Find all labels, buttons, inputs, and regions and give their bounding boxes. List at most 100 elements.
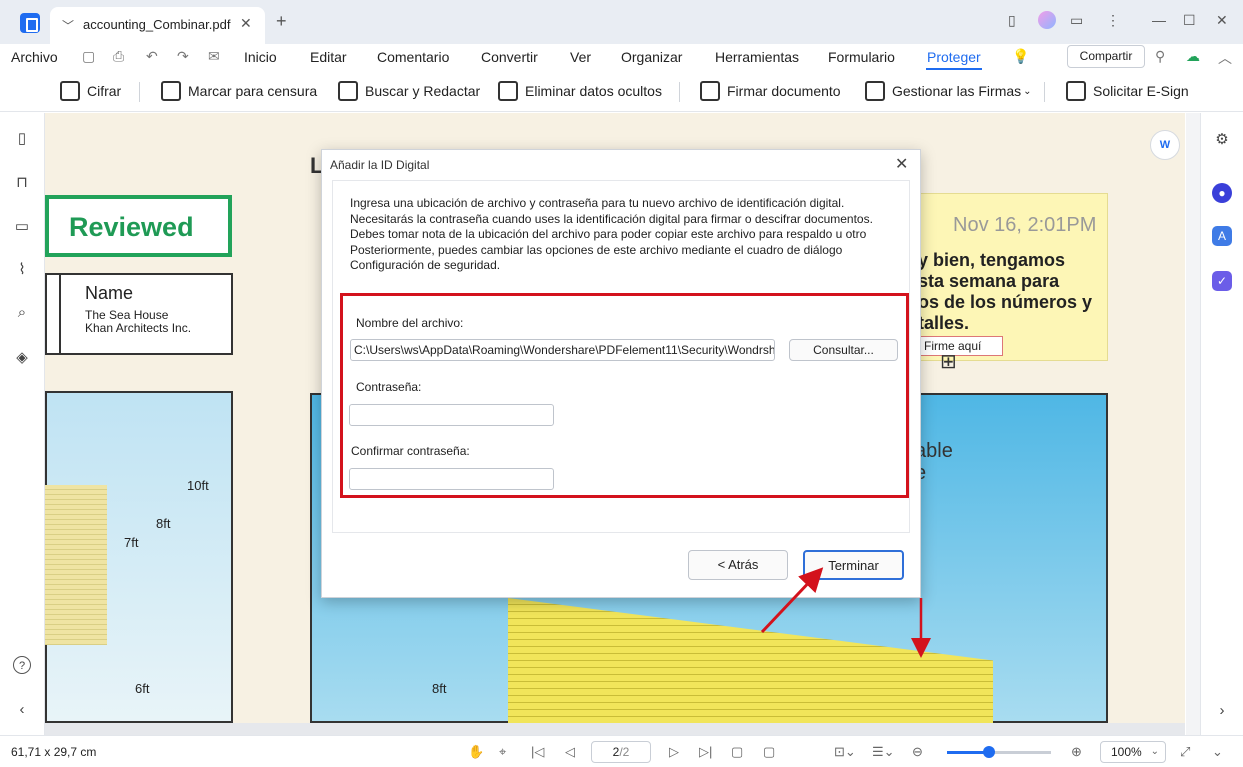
confirm-password-input[interactable]: [349, 468, 554, 490]
dialog-description: Ingresa una ubicación de archivo y contr…: [350, 196, 873, 272]
menu-archivo[interactable]: Archivo: [11, 49, 58, 65]
lightbulb-icon[interactable]: 💡: [1012, 48, 1029, 65]
dialog-body: Ingresa una ubicación de archivo y contr…: [332, 180, 910, 533]
chevron-up-icon[interactable]: ︿: [1218, 48, 1232, 68]
share-button[interactable]: Compartir: [1067, 45, 1145, 68]
menu-editar[interactable]: Editar: [310, 49, 347, 65]
document-tab[interactable]: ﹀ accounting_Combinar.pdf ✕: [50, 7, 265, 44]
page-dimensions: 61,71 x 29,7 cm: [11, 745, 97, 759]
password-label: Contraseña:: [356, 380, 422, 394]
zoom-in-icon[interactable]: ⊕: [1071, 744, 1082, 760]
close-tab-icon[interactable]: ✕: [240, 15, 252, 32]
zoom-out-icon[interactable]: ⊖: [912, 744, 923, 760]
filename-input[interactable]: C:\Users\ws\AppData\Roaming\Wondershare\…: [350, 339, 775, 361]
settings-sliders-icon[interactable]: ⚙: [1212, 130, 1232, 150]
remove-hidden-data-button[interactable]: Eliminar datos ocultos: [498, 79, 662, 103]
comment-icon[interactable]: ▭: [13, 218, 31, 236]
vertical-scrollbar[interactable]: [1186, 113, 1200, 735]
dim-label: 10ft: [187, 478, 209, 493]
zoom-select[interactable]: 100% ⌄: [1100, 741, 1166, 763]
page-layout-icon[interactable]: ⊡⌄: [834, 744, 856, 760]
note-line: talles.: [918, 313, 970, 333]
scroll-down-icon[interactable]: ⌄: [1212, 744, 1223, 760]
print-icon[interactable]: ⎙: [113, 48, 124, 65]
sign-document-button[interactable]: Firmar documento: [700, 79, 841, 103]
hand-tool-icon[interactable]: ✋: [468, 744, 484, 760]
convert-word-icon[interactable]: W: [1150, 130, 1180, 160]
new-tab-icon[interactable]: +: [276, 11, 287, 32]
fullscreen-icon[interactable]: ⤢: [1180, 744, 1190, 760]
last-page-icon[interactable]: ▷|: [699, 744, 712, 760]
translate-icon[interactable]: A: [1212, 226, 1232, 246]
collapse-right-icon[interactable]: ›: [1212, 701, 1232, 721]
manage-signatures-button[interactable]: Gestionar las Firmas ⌄: [865, 79, 1032, 103]
search-redact-button[interactable]: Buscar y Redactar: [338, 79, 480, 103]
back-button[interactable]: < Atrás: [688, 550, 788, 580]
browse-button[interactable]: Consultar...: [789, 339, 898, 361]
menu-comentario[interactable]: Comentario: [377, 49, 449, 65]
collapse-left-icon[interactable]: ‹: [13, 701, 31, 719]
app-logo-icon[interactable]: [20, 13, 40, 33]
close-icon[interactable]: ✕: [895, 154, 908, 174]
tablet-icon[interactable]: ▯: [1008, 12, 1016, 29]
confirm-password-label: Confirmar contraseña:: [351, 444, 470, 458]
request-esign-button[interactable]: Solicitar E-Sign: [1066, 79, 1189, 103]
attachment-icon[interactable]: ⌇: [13, 261, 31, 279]
ai-assistant-icon[interactable]: ●: [1212, 183, 1232, 203]
avatar[interactable]: [1038, 11, 1056, 29]
note-date: Nov 16, 2:01PM: [953, 214, 1097, 236]
fit-width-icon[interactable]: ▢: [763, 744, 775, 760]
sign-document-label: Firmar documento: [727, 83, 841, 99]
chat-icon[interactable]: ▭: [1070, 12, 1083, 29]
save-icon[interactable]: ▢: [82, 48, 95, 65]
zoom-slider-handle[interactable]: [982, 746, 995, 758]
redo-icon[interactable]: ↷: [177, 48, 189, 65]
menu-organizar[interactable]: Organizar: [621, 49, 682, 65]
mark-redaction-button[interactable]: Marcar para censura: [161, 79, 317, 103]
prev-page-icon[interactable]: ◁: [565, 744, 575, 760]
email-icon[interactable]: ✉: [208, 48, 220, 65]
add-field-icon[interactable]: ⊞: [940, 349, 957, 374]
minimize-icon[interactable]: —: [1152, 12, 1166, 28]
connect-icon[interactable]: ⚲: [1155, 48, 1165, 65]
dialog-title: Añadir la ID Digital: [330, 158, 430, 172]
menu-inicio[interactable]: Inicio: [244, 49, 277, 65]
finish-button[interactable]: Terminar: [803, 550, 904, 580]
chevron-down-icon: ⌄: [1150, 746, 1159, 757]
encrypt-button[interactable]: Cifrar: [60, 79, 121, 103]
help-icon[interactable]: ?: [13, 656, 31, 674]
toolbar-divider: [139, 82, 140, 102]
more-icon[interactable]: ⋮: [1106, 12, 1120, 29]
cloud-sync-icon[interactable]: ☁: [1186, 48, 1200, 65]
fit-page-icon[interactable]: ▢: [731, 744, 743, 760]
page-total: /2: [619, 745, 630, 759]
stamp-text: Reviewed: [69, 212, 194, 242]
dim-label: 7ft: [124, 535, 139, 550]
bookmark-icon[interactable]: ⊓: [13, 174, 31, 192]
view-mode-icon[interactable]: ☰⌄: [872, 744, 895, 760]
menu-convertir[interactable]: Convertir: [481, 49, 538, 65]
reviewed-stamp[interactable]: Reviewed: [45, 195, 232, 257]
first-page-icon[interactable]: |◁: [531, 744, 544, 760]
left-sidebar: ▯ ⊓ ▭ ⌇ ⌕ ◈ ? ‹: [0, 113, 45, 735]
menu-herramientas[interactable]: Herramientas: [715, 49, 799, 65]
toolbar-divider: [679, 82, 680, 102]
add-digital-id-dialog: Añadir la ID Digital ✕ Ingresa una ubica…: [321, 149, 921, 598]
chevron-down-icon[interactable]: ﹀: [62, 17, 74, 34]
menu-formulario[interactable]: Formulario: [828, 49, 895, 65]
password-input[interactable]: [349, 404, 554, 426]
sign-here-tag[interactable]: Firme aquí: [915, 336, 1003, 356]
undo-icon[interactable]: ↶: [146, 48, 158, 65]
layers-icon[interactable]: ◈: [13, 349, 31, 367]
next-page-icon[interactable]: ▷: [669, 744, 679, 760]
checklist-icon[interactable]: ✓: [1212, 271, 1232, 291]
select-tool-icon[interactable]: ⌖: [499, 744, 506, 760]
page-thumbnail-icon[interactable]: ▯: [13, 130, 31, 148]
search-icon[interactable]: ⌕: [13, 304, 31, 322]
menu-ver[interactable]: Ver: [570, 49, 591, 65]
page-number-input[interactable]: 2/2: [591, 741, 651, 763]
close-window-icon[interactable]: ✕: [1216, 12, 1228, 29]
menu-bar: Archivo ▢ ⎙ ↶ ↷ ✉ Inicio Editar Comentar…: [0, 44, 1243, 70]
menu-proteger[interactable]: Proteger: [927, 49, 981, 65]
maximize-icon[interactable]: ☐: [1183, 12, 1196, 29]
